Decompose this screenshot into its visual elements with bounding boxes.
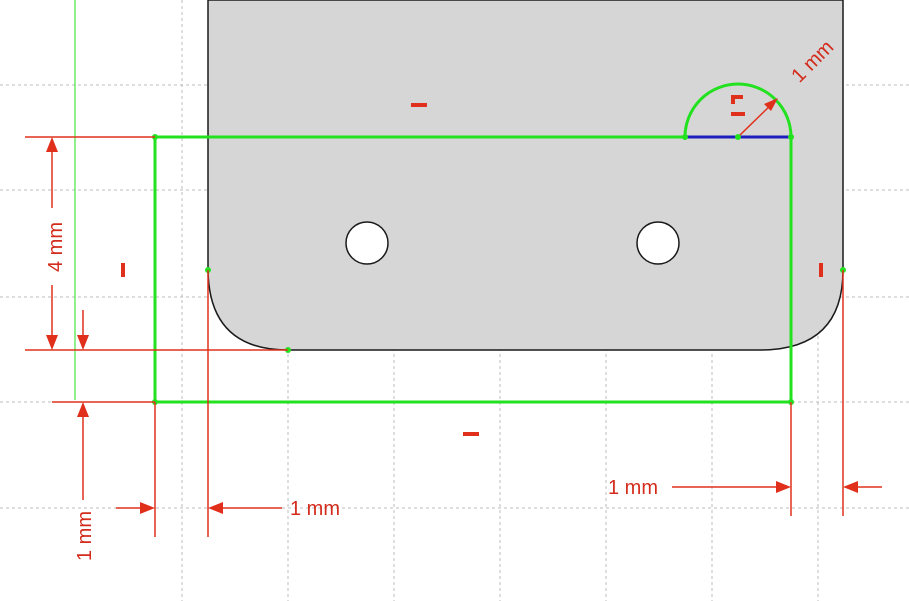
dimension-right-offset-label: 1 mm <box>608 477 658 499</box>
hole-right[interactable] <box>636 221 680 265</box>
base-part-face[interactable] <box>207 0 844 351</box>
hole-left[interactable] <box>345 221 389 265</box>
dimension-bottom-offset[interactable]: 1 mm <box>52 310 155 561</box>
dimension-bottom-offset-label: 1 mm <box>74 511 96 561</box>
sketch-canvas[interactable]: 4 mm 1 mm 1 mm 1 mm 1 mm <box>0 0 909 601</box>
dimension-left-offset-label: 1 mm <box>290 498 340 520</box>
dimension-height-label: 4 mm <box>45 222 67 272</box>
